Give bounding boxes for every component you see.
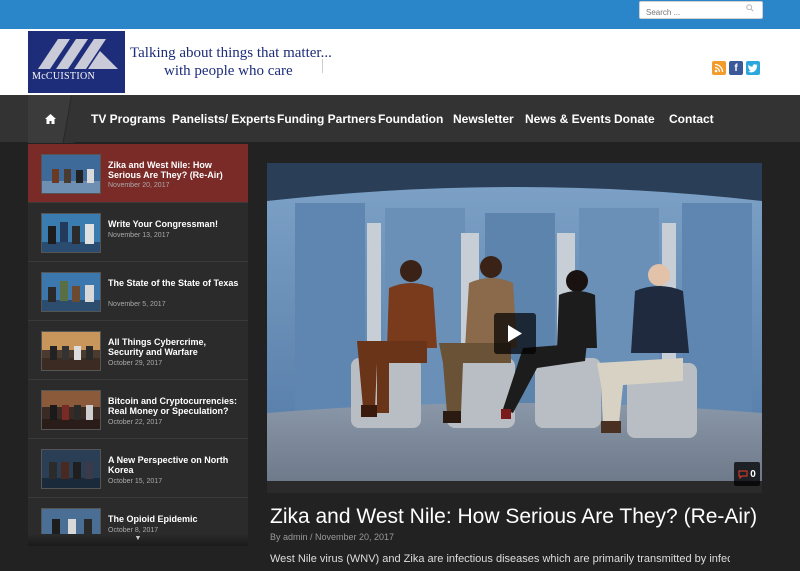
home-icon: [44, 114, 56, 124]
post-title[interactable]: Zika and West Nile: How Serious Are They…: [270, 505, 757, 529]
search-input[interactable]: [640, 4, 740, 21]
playlist-scroll-down[interactable]: ▼: [28, 534, 248, 546]
search-box[interactable]: [639, 1, 763, 21]
playlist-item-date: November 13, 2017: [108, 232, 170, 239]
nav-funding-partners[interactable]: Funding Partners: [277, 95, 376, 143]
playlist-item-date: October 15, 2017: [108, 478, 163, 485]
thumbnail: [41, 449, 101, 489]
playlist-item-title: Bitcoin and Cryptocurrencies: Real Money…: [108, 396, 238, 416]
site-header: McCUISTION Talking about things that mat…: [0, 29, 800, 95]
playlist-item-title: All Things Cybercrime, Security and Warf…: [108, 337, 207, 357]
playlist-item-title: Zika and West Nile: How Serious Are They…: [108, 160, 223, 180]
nav-separator: [60, 95, 74, 143]
chevron-down-icon: ▼: [134, 535, 142, 542]
post-meta: By admin / November 20, 2017: [270, 532, 395, 542]
twitter-icon[interactable]: [746, 61, 760, 75]
playlist-item-date: November 5, 2017: [108, 301, 166, 308]
comment-icon: [738, 469, 748, 479]
logo-mark-icon: [38, 39, 118, 69]
thumbnail: [41, 213, 101, 253]
search-icon[interactable]: [746, 4, 754, 12]
nav-contact[interactable]: Contact: [669, 95, 714, 143]
playlist-item-date: October 8, 2017: [108, 527, 159, 534]
playlist-item-title: The State of the State of Texas: [108, 278, 239, 288]
playlist-item[interactable]: The State of the State of Texas November…: [28, 262, 248, 321]
rss-icon[interactable]: [712, 61, 726, 75]
site-tagline: Talking about things that matter... with…: [130, 44, 332, 80]
header-divider: [322, 59, 323, 73]
playlist-item-date: November 20, 2017: [108, 182, 170, 189]
post-excerpt: West Nile virus (WNV) and Zika are infec…: [270, 553, 730, 565]
video-playlist: Zika and West Nile: How Serious Are They…: [28, 144, 248, 546]
nav-newsletter[interactable]: Newsletter: [453, 95, 514, 143]
nav-donate[interactable]: Donate: [614, 95, 655, 143]
top-bar: [0, 0, 800, 29]
comment-count-badge[interactable]: 0: [734, 462, 760, 486]
nav-news-events[interactable]: News & Events: [525, 95, 611, 143]
comment-count: 0: [750, 468, 756, 480]
playlist-item-title: A New Perspective on North Korea: [108, 455, 229, 475]
playlist-item[interactable]: A New Perspective on North Korea October…: [28, 439, 248, 498]
playlist-item-title: The Opioid Epidemic: [108, 514, 198, 524]
tagline-line-1: Talking about things that matter...: [130, 45, 332, 61]
nav-tv-programs[interactable]: TV Programs: [91, 95, 166, 143]
thumbnail: [41, 331, 101, 371]
facebook-icon[interactable]: f: [729, 61, 743, 75]
playlist-item[interactable]: Bitcoin and Cryptocurrencies: Real Money…: [28, 380, 248, 439]
playlist-item-date: October 29, 2017: [108, 360, 163, 367]
thumbnail: [41, 272, 101, 312]
play-button[interactable]: [494, 313, 536, 354]
playlist-item-date: October 22, 2017: [108, 419, 163, 426]
play-icon: [508, 325, 522, 342]
nav-foundation[interactable]: Foundation: [378, 95, 443, 143]
tagline-line-2: with people who care: [164, 63, 293, 79]
playlist-item-title: Write Your Congressman!: [108, 219, 219, 229]
playlist-item[interactable]: Zika and West Nile: How Serious Are They…: [28, 144, 248, 203]
site-logo[interactable]: McCUISTION: [28, 31, 125, 93]
thumbnail: [41, 390, 101, 430]
logo-text: McCUISTION: [32, 71, 95, 82]
social-links: f: [712, 61, 760, 75]
main-nav: TV Programs Panelists/ Experts Funding P…: [0, 95, 800, 143]
thumbnail: [41, 154, 101, 194]
playlist-item[interactable]: Write Your Congressman! November 13, 201…: [28, 203, 248, 262]
playlist-item[interactable]: All Things Cybercrime, Security and Warf…: [28, 321, 248, 380]
nav-panelists-experts[interactable]: Panelists/ Experts: [172, 95, 275, 143]
